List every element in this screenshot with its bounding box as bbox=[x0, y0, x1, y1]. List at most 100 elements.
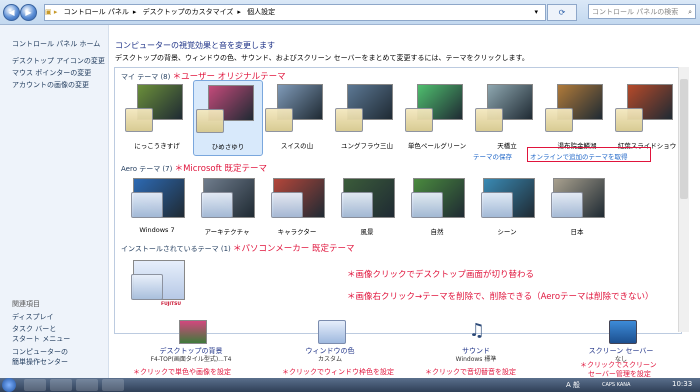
window-color-swatch bbox=[125, 108, 153, 132]
screensaver-button[interactable]: スクリーン セーバー なし bbox=[573, 320, 669, 364]
monitor-icon bbox=[609, 320, 637, 344]
ime-indicator[interactable]: A 般 bbox=[566, 380, 580, 390]
theme-item[interactable]: ユングフラウ三山 bbox=[333, 80, 401, 154]
taskbar-app-media[interactable] bbox=[76, 379, 98, 391]
window-color-swatch bbox=[196, 109, 224, 133]
caps-indicator: CAPS KANA bbox=[602, 382, 631, 388]
scroll-thumb[interactable] bbox=[680, 79, 688, 199]
theme-item[interactable]: 湯布院金鱗湖 bbox=[543, 80, 611, 154]
window-color-value: カスタム bbox=[317, 356, 342, 363]
theme-item[interactable]: 紅葉スライドショウ bbox=[613, 80, 681, 154]
desktop-icons-link[interactable]: デスクトップ アイコンの変更 bbox=[12, 56, 105, 66]
theme-item[interactable]: 単色ペールグリーン bbox=[403, 80, 471, 154]
theme-item[interactable]: ひめさゆり bbox=[193, 80, 263, 156]
system-tray: A 般 CAPS KANA 10:33 bbox=[560, 378, 700, 392]
page-title: コンピューターの視覚効果と音を変更します bbox=[115, 41, 275, 50]
window-color-swatch bbox=[335, 108, 363, 132]
theme-fujitsu[interactable]: FUJITSU bbox=[123, 254, 191, 328]
window-color-swatch bbox=[551, 192, 583, 218]
theme-item[interactable]: にっこうきすげ bbox=[123, 80, 191, 154]
desktop-background-value: F4-TOP(画面タイル型式)...T4 bbox=[150, 356, 232, 363]
caption-background: ＊クリックで単色や画像を設定 bbox=[133, 368, 231, 376]
window-color-swatch bbox=[405, 108, 433, 132]
dropdown-icon[interactable]: ▾ bbox=[534, 5, 538, 20]
window-color-swatch bbox=[271, 192, 303, 218]
account-picture-link[interactable]: アカウントの画像の変更 bbox=[12, 80, 89, 90]
theme-item[interactable]: Windows 7 bbox=[123, 172, 191, 246]
sound-button[interactable]: ♫ サウンド Windows 標準 bbox=[428, 320, 524, 364]
window-color-swatch bbox=[201, 192, 233, 218]
sound-value: Windows 標準 bbox=[455, 356, 497, 363]
window-color-swatch bbox=[545, 108, 573, 132]
theme-label: Windows 7 bbox=[139, 226, 175, 234]
forward-icon[interactable]: ▶ bbox=[20, 4, 37, 21]
theme-label: ひめさゆり bbox=[211, 143, 245, 151]
theme-label: スイスの山 bbox=[280, 142, 314, 150]
page-description: デスクトップの背景、ウィンドウの色、サウンド、およびスクリーン セーバーをまとめ… bbox=[115, 54, 529, 62]
window-color-swatch bbox=[475, 108, 503, 132]
window-color-swatch bbox=[481, 192, 513, 218]
theme-item[interactable]: キャラクター bbox=[263, 172, 331, 246]
window-color-swatch bbox=[131, 192, 163, 218]
window-color-button[interactable]: ウィンドウの色 カスタム bbox=[282, 320, 378, 364]
installed-themes-label: インストールされているテーマ (1) bbox=[121, 245, 231, 253]
theme-label: アーキテクチャ bbox=[204, 228, 250, 236]
ease-of-access-link-2[interactable]: 簡単操作センター bbox=[12, 357, 68, 367]
breadcrumb-item[interactable]: 個人設定 bbox=[247, 8, 275, 16]
taskbar: A 般 CAPS KANA 10:33 bbox=[0, 378, 700, 392]
taskbar-app-explorer[interactable] bbox=[50, 379, 72, 391]
music-note-icon: ♫ bbox=[468, 320, 486, 341]
save-theme-link[interactable]: テーマの保存 bbox=[473, 151, 512, 161]
installed-themes-header: インストールされているテーマ (1) ＊パソコンメーカー 既定テーマ bbox=[121, 242, 354, 254]
control-panel-home-link[interactable]: コントロール パネル ホーム bbox=[12, 39, 100, 49]
theme-item[interactable]: 日本 bbox=[543, 172, 611, 246]
mouse-pointer-link[interactable]: マウス ポインターの変更 bbox=[12, 68, 91, 78]
fujitsu-logo: FUJITSU bbox=[161, 302, 182, 307]
search-input[interactable]: コントロール パネルの検索 ⌕ bbox=[588, 4, 696, 19]
theme-label: シーン bbox=[497, 228, 517, 236]
display-link[interactable]: ディスプレイ bbox=[12, 312, 54, 322]
refresh-icon[interactable]: ⟳ bbox=[547, 4, 577, 21]
ease-of-access-link[interactable]: コンピューターの bbox=[12, 347, 68, 357]
theme-item[interactable]: 自然 bbox=[403, 172, 471, 246]
theme-label: 単色ペールグリーン bbox=[407, 142, 467, 150]
taskbar-app-control-panel[interactable] bbox=[102, 379, 124, 391]
installed-themes-note: ＊パソコンメーカー 既定テーマ bbox=[233, 244, 355, 254]
clock[interactable]: 10:33 bbox=[672, 380, 692, 388]
theme-item[interactable]: アーキテクチャ bbox=[193, 172, 261, 246]
window-color-icon bbox=[318, 320, 346, 344]
breadcrumb-item[interactable]: デスクトップのカスタマイズ bbox=[143, 8, 234, 16]
taskbar-link-2[interactable]: スタート メニュー bbox=[12, 334, 70, 344]
theme-item[interactable]: スイスの山 bbox=[263, 80, 331, 154]
back-icon[interactable]: ◀ bbox=[3, 4, 20, 21]
start-button[interactable] bbox=[2, 378, 16, 392]
desktop-background-button[interactable]: デスクトップの背景 F4-TOP(画面タイル型式)...T4 bbox=[143, 320, 239, 364]
caption-window-color: ＊クリックでウィンドウ枠色を設定 bbox=[282, 368, 394, 376]
theme-item[interactable]: 天橋立 bbox=[473, 80, 541, 154]
window-color-swatch bbox=[341, 192, 373, 218]
breadcrumb[interactable]: ▣ ▸ コントロール パネル ▸ デスクトップのカスタマイズ ▸ 個人設定 ▾ bbox=[44, 4, 546, 21]
theme-label: 日本 bbox=[570, 228, 584, 236]
taskbar-app-ie[interactable] bbox=[24, 379, 46, 391]
theme-label: ユングフラウ三山 bbox=[341, 142, 393, 150]
theme-label: にっこうきすげ bbox=[134, 142, 180, 150]
left-panel: コントロール パネル ホーム デスクトップ アイコンの変更 マウス ポインターの… bbox=[0, 25, 109, 378]
search-icon[interactable]: ⌕ bbox=[688, 5, 692, 20]
theme-label: キャラクター bbox=[277, 228, 317, 236]
theme-label: 自然 bbox=[430, 228, 444, 236]
scrollbar[interactable] bbox=[678, 67, 689, 332]
window-color-swatch bbox=[615, 108, 643, 132]
breadcrumb-item[interactable]: コントロール パネル bbox=[64, 8, 129, 16]
theme-item[interactable]: 風景 bbox=[333, 172, 401, 246]
picture-icon bbox=[179, 320, 207, 344]
folder-icon: ▣ ▸ bbox=[45, 8, 58, 16]
window-color-swatch bbox=[411, 192, 443, 218]
taskbar-link[interactable]: タスク バーと bbox=[12, 324, 56, 334]
address-bar: ◀ ▶ ▣ ▸ コントロール パネル ▸ デスクトップのカスタマイズ ▸ 個人設定 … bbox=[0, 0, 700, 25]
related-header: 関連項目 bbox=[12, 300, 40, 308]
window-color-swatch bbox=[265, 108, 293, 132]
theme-item[interactable]: シーン bbox=[473, 172, 541, 246]
note-delete: ＊画像右クリック→テーマを削除で、削除できる（Aeroテーマは削除できない） bbox=[347, 292, 654, 302]
online-themes-link[interactable]: オンラインで追加のテーマを取得 bbox=[530, 151, 628, 161]
note-click: ＊画像クリックでデスクトップ画面が切り替わる bbox=[347, 270, 535, 280]
